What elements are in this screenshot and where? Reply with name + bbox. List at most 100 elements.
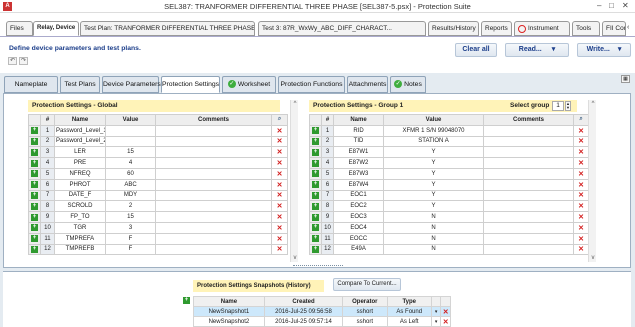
table-row[interactable]: +5 NFREQ 60 ✕ [28,167,288,180]
delete-row-icon[interactable]: ✕ [573,211,589,223]
add-row-cell[interactable]: + [28,178,41,191]
tab-test-plan[interactable]: Test Plan: TRANFORMER DIFFERENTIAL THREE… [80,21,255,36]
setting-comment[interactable] [155,178,272,191]
delete-row-icon[interactable]: ✕ [271,211,288,223]
add-row-cell[interactable]: + [309,157,322,169]
table-row[interactable]: +12 E49A N ✕ [309,243,589,256]
table-row[interactable]: +7 EOC1 Y ✕ [309,189,589,202]
setting-name[interactable]: EOC4 [333,221,384,234]
setting-name[interactable]: TGR [54,221,106,234]
subtab-attachments[interactable]: Attachments [347,76,388,93]
tab-tools[interactable]: Tools [572,21,600,36]
setting-name[interactable]: FP_TO [54,211,106,223]
delete-row-icon[interactable]: ✕ [573,221,589,234]
table-row[interactable]: +8 SCROLD 2 ✕ [28,200,288,213]
setting-comment[interactable] [155,124,272,137]
tab-relay-device[interactable]: Relay, Device [33,21,79,36]
delete-row-icon[interactable]: ✕ [573,189,589,202]
table-row[interactable]: +9 FP_TO 15 ✕ [28,211,288,223]
snapshot-type-dropdown-icon[interactable]: ▾ [430,306,442,317]
add-row-cell[interactable]: + [309,146,322,159]
table-row[interactable]: +3 LER 15 ✕ [28,146,288,159]
maximize-icon[interactable]: □ [609,1,614,10]
setting-value[interactable]: Y [383,189,484,202]
setting-comment[interactable] [483,178,574,191]
setting-name[interactable]: E87W4 [333,178,384,191]
add-row-cell[interactable]: + [28,124,41,137]
setting-comment[interactable] [155,200,272,213]
add-row-cell[interactable]: + [28,135,41,148]
add-row-cell[interactable]: + [309,135,322,148]
setting-value[interactable]: Y [383,157,484,169]
setting-value[interactable] [105,135,156,148]
table-row[interactable]: +2 TID STATION A ✕ [309,135,589,148]
table-row[interactable]: +3 E87W1 Y ✕ [309,146,589,159]
snapshot-type-dropdown-icon[interactable]: ▾ [430,316,442,327]
setting-name[interactable]: E87W3 [333,167,384,180]
setting-name[interactable]: EOC1 [333,189,384,202]
add-row-cell[interactable]: + [309,124,322,137]
tabs-scroll-left-icon[interactable]: ‹ [627,24,629,31]
delete-row-icon[interactable]: ✕ [573,232,589,245]
setting-comment[interactable] [483,157,574,169]
setting-comment[interactable] [483,243,574,256]
table-row[interactable]: +11 TMPREFA F ✕ [28,232,288,245]
setting-name[interactable]: TMPREFA [54,232,106,245]
tab-instrument[interactable]: Instrument [514,21,570,36]
setting-comment[interactable] [155,167,272,180]
table-row[interactable]: +4 E87W2 Y ✕ [309,157,589,169]
tab-fii-control-panel[interactable]: FII Control Panel [602,21,626,36]
redo-icon[interactable]: ↷ [19,57,28,65]
delete-row-icon[interactable]: ✕ [271,124,288,137]
add-row-cell[interactable]: + [309,211,322,223]
setting-value[interactable] [105,124,156,137]
setting-name[interactable]: DATE_F [54,189,106,202]
subtab-protection-functions[interactable]: Protection Functions [278,76,345,93]
table-row[interactable]: +11 EOCC N ✕ [309,232,589,245]
snapshot-type[interactable]: As Found [386,306,432,317]
setting-name[interactable]: LER [54,146,106,159]
setting-name[interactable]: TID [333,135,384,148]
setting-comment[interactable] [155,157,272,169]
delete-row-icon[interactable]: ✕ [573,167,589,180]
setting-comment[interactable] [483,221,574,234]
group-scrollbar[interactable]: ^ v [588,100,596,262]
add-row-cell[interactable]: + [309,243,322,256]
setting-name[interactable]: EOCC [333,232,384,245]
setting-comment[interactable] [155,135,272,148]
undo-icon[interactable]: ↶ [8,57,17,65]
table-row[interactable]: +2 Password_Level_2 ✕ [28,135,288,148]
delete-row-icon[interactable]: ✕ [573,200,589,213]
binoculars-icon[interactable]: ⌕ [271,114,288,126]
binoculars-icon[interactable]: ⌕ [573,114,589,126]
close-icon[interactable]: ✕ [622,1,629,10]
add-row-cell[interactable]: + [309,167,322,180]
add-snapshot-icon[interactable]: + [183,296,190,304]
add-row-cell[interactable]: + [28,243,41,256]
add-row-cell[interactable]: + [309,200,322,213]
setting-comment[interactable] [483,135,574,148]
table-row[interactable]: +9 EOC3 N ✕ [309,211,589,223]
tab-files[interactable]: Files [6,21,33,36]
panel-options-icon[interactable]: ▦ [621,75,630,83]
delete-row-icon[interactable]: ✕ [271,243,288,256]
setting-name[interactable]: Password_Level_1 [54,124,106,137]
table-row[interactable]: +1 Password_Level_1 ✕ [28,124,288,137]
delete-row-icon[interactable]: ✕ [271,157,288,169]
group-spinner-icon[interactable]: ▲ ▼ [565,101,571,111]
table-row[interactable]: +10 TGR 3 ✕ [28,221,288,234]
subtab-protection-settings[interactable]: Protection Settings [161,76,220,93]
setting-value[interactable]: ABC [105,178,156,191]
add-row-cell[interactable]: + [309,178,322,191]
setting-value[interactable]: Y [383,178,484,191]
snapshot-row[interactable]: NewSnapshot2 2016-Jul-25 09:57:14 sshort As… [193,316,451,327]
snapshot-row[interactable]: NewSnapshot1 2016-Jul-25 09:56:58 sshort As… [193,306,451,317]
setting-comment[interactable] [155,232,272,245]
table-row[interactable]: +6 E87W4 Y ✕ [309,178,589,191]
table-row[interactable]: +6 PHROT ABC ✕ [28,178,288,191]
setting-value[interactable]: Y [383,167,484,180]
setting-value[interactable]: F [105,243,156,256]
tab-reports[interactable]: Reports [481,21,512,36]
setting-value[interactable]: 15 [105,211,156,223]
setting-value[interactable]: 3 [105,221,156,234]
